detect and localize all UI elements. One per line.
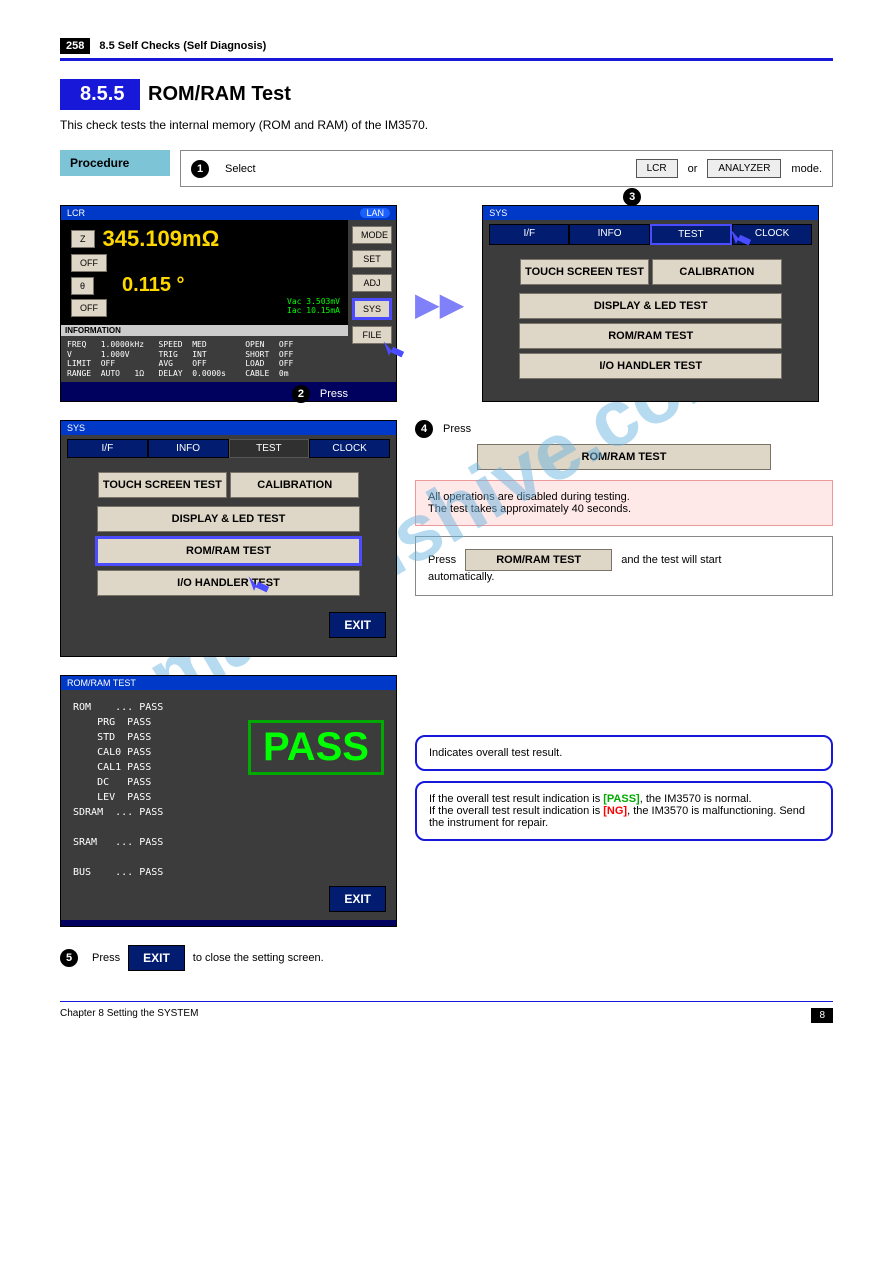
touchscreen-test-button[interactable]: TOUCH SCREEN TEST (520, 259, 649, 285)
rom-ram-inline-button[interactable]: ROM/RAM TEST (465, 549, 612, 571)
set-button[interactable]: SET (352, 250, 392, 268)
pass-badge: PASS (248, 720, 384, 775)
screenshot-sys-2: SYS I/F INFO TEST CLOCK TOUCH SCREEN TES… (60, 420, 397, 657)
mode-button[interactable]: MODE (352, 226, 392, 244)
io-handler-test-button[interactable]: I/O HANDLER TEST (519, 353, 782, 379)
shot1-titlebar: LCRLAN (61, 206, 396, 220)
lcr-button[interactable]: LCR (636, 159, 678, 178)
display-led-test-button[interactable]: DISPLAY & LED TEST (97, 506, 360, 532)
screenshot-lcr: LCRLAN Z 345.109mΩ OFF θ 0.115 ° OFF Vac (60, 205, 397, 402)
step-3-num: 3 (623, 188, 641, 206)
title-rule (60, 58, 833, 61)
tab-info[interactable]: INFO (569, 224, 649, 245)
step-5-row: 5 Press EXIT to close the setting screen… (60, 945, 833, 971)
info-header: INFORMATION (61, 325, 348, 336)
step-3-text: Press (651, 191, 679, 203)
step-1-box: 1 Select LCR or ANALYZER mode. (180, 150, 833, 187)
or-text: or (688, 163, 698, 175)
note-box: All operations are disabled during testi… (415, 480, 833, 526)
screenshot-sys-1: SYS I/F INFO TEST CLOCK TOUCH SCREEN TES… (482, 205, 819, 402)
exit-button[interactable]: EXIT (329, 886, 386, 912)
result-indicator-box: Indicates overall test result. (415, 735, 833, 771)
off-button-2[interactable]: OFF (71, 299, 107, 317)
calibration-button[interactable]: CALIBRATION (230, 472, 359, 498)
section-header: 8.5.5 ROM/RAM Test (60, 79, 833, 110)
procedure-row: Procedure 1 Select LCR or ANALYZER mode. (60, 150, 833, 187)
panels-row-2: SYS I/F INFO TEST CLOCK TOUCH SCREEN TES… (60, 420, 833, 657)
step-1-num: 1 (191, 160, 209, 178)
section-number: 8.5.5 (60, 79, 140, 110)
tab-test[interactable]: TEST (229, 439, 310, 458)
rom-ram-ref-button[interactable]: ROM/RAM TEST (477, 444, 772, 470)
step-4-num: 4 (415, 420, 433, 438)
result-column: Indicates overall test result. If the ov… (415, 675, 833, 927)
section-title: ROM/RAM Test (148, 83, 291, 106)
mode-text: mode. (791, 163, 822, 175)
step-5-num: 5 (60, 949, 78, 967)
touchscreen-test-button[interactable]: TOUCH SCREEN TEST (98, 472, 227, 498)
page-num-badge: 258 (60, 38, 90, 54)
tab-clock[interactable]: CLOCK (309, 439, 390, 458)
forward-arrow-icon: ▶▶ (415, 285, 464, 323)
info-table: FREQ 1.0000kHz SPEED MED OPEN OFF V 1.00… (61, 336, 348, 382)
calibration-button[interactable]: CALIBRATION (652, 259, 781, 285)
step-5-press: Press (92, 952, 120, 964)
footer: Chapter 8 Setting the SYSTEM 8 (60, 1001, 833, 1023)
panels-row-3: ROM/RAM TEST ROM ... PASS PRG PASS STD P… (60, 675, 833, 927)
step-4-column: 4 Press ROM/RAM TEST All operations are … (415, 420, 833, 657)
rom-ram-test-button-selected[interactable]: ROM/RAM TEST (95, 536, 362, 566)
step-2-text: Press (320, 388, 348, 400)
result-explain-box: If the overall test result indication is… (415, 781, 833, 841)
exit-button-final[interactable]: EXIT (128, 945, 185, 971)
theta-button[interactable]: θ (71, 277, 94, 295)
z-button[interactable]: Z (71, 230, 95, 248)
display-led-test-button[interactable]: DISPLAY & LED TEST (519, 293, 782, 319)
value-theta: 0.115 ° (122, 274, 185, 297)
pass-word: [PASS] (603, 793, 639, 805)
ng-word: [NG] (603, 805, 627, 817)
breadcrumb-text: 8.5 Self Checks (Self Diagnosis) (99, 40, 266, 52)
section-desc: This check tests the internal memory (RO… (60, 118, 833, 132)
sys-button[interactable]: SYS (352, 298, 392, 320)
step-4-text: Press (443, 423, 471, 435)
exit-button[interactable]: EXIT (329, 612, 386, 638)
io-handler-test-button[interactable]: I/O HANDLER TEST (97, 570, 360, 596)
tab-info[interactable]: INFO (148, 439, 229, 458)
step-1-intro: Select (225, 163, 256, 175)
breadcrumb: 258 8.5 Self Checks (Self Diagnosis) (60, 40, 833, 56)
info-box: Press ROM/RAM TEST and the test will sta… (415, 536, 833, 596)
rom-ram-test-button[interactable]: ROM/RAM TEST (519, 323, 782, 349)
footer-left: Chapter 8 Setting the SYSTEM (60, 1008, 198, 1023)
step-5-rest: to close the setting screen. (193, 952, 324, 964)
adj-button[interactable]: ADJ (352, 274, 392, 292)
shot2-titlebar: SYS (483, 206, 818, 220)
value-z: 345.109mΩ (103, 226, 220, 252)
step-2-num: 2 (292, 385, 310, 403)
tab-if[interactable]: I/F (489, 224, 569, 245)
tab-if[interactable]: I/F (67, 439, 148, 458)
footer-chap: 8 (811, 1008, 833, 1023)
panels-row-1: LCRLAN Z 345.109mΩ OFF θ 0.115 ° OFF Vac (60, 205, 833, 402)
procedure-label: Procedure (60, 150, 170, 176)
off-button-1[interactable]: OFF (71, 254, 107, 272)
screenshot-result: ROM/RAM TEST ROM ... PASS PRG PASS STD P… (60, 675, 397, 927)
analyzer-button[interactable]: ANALYZER (707, 159, 781, 178)
